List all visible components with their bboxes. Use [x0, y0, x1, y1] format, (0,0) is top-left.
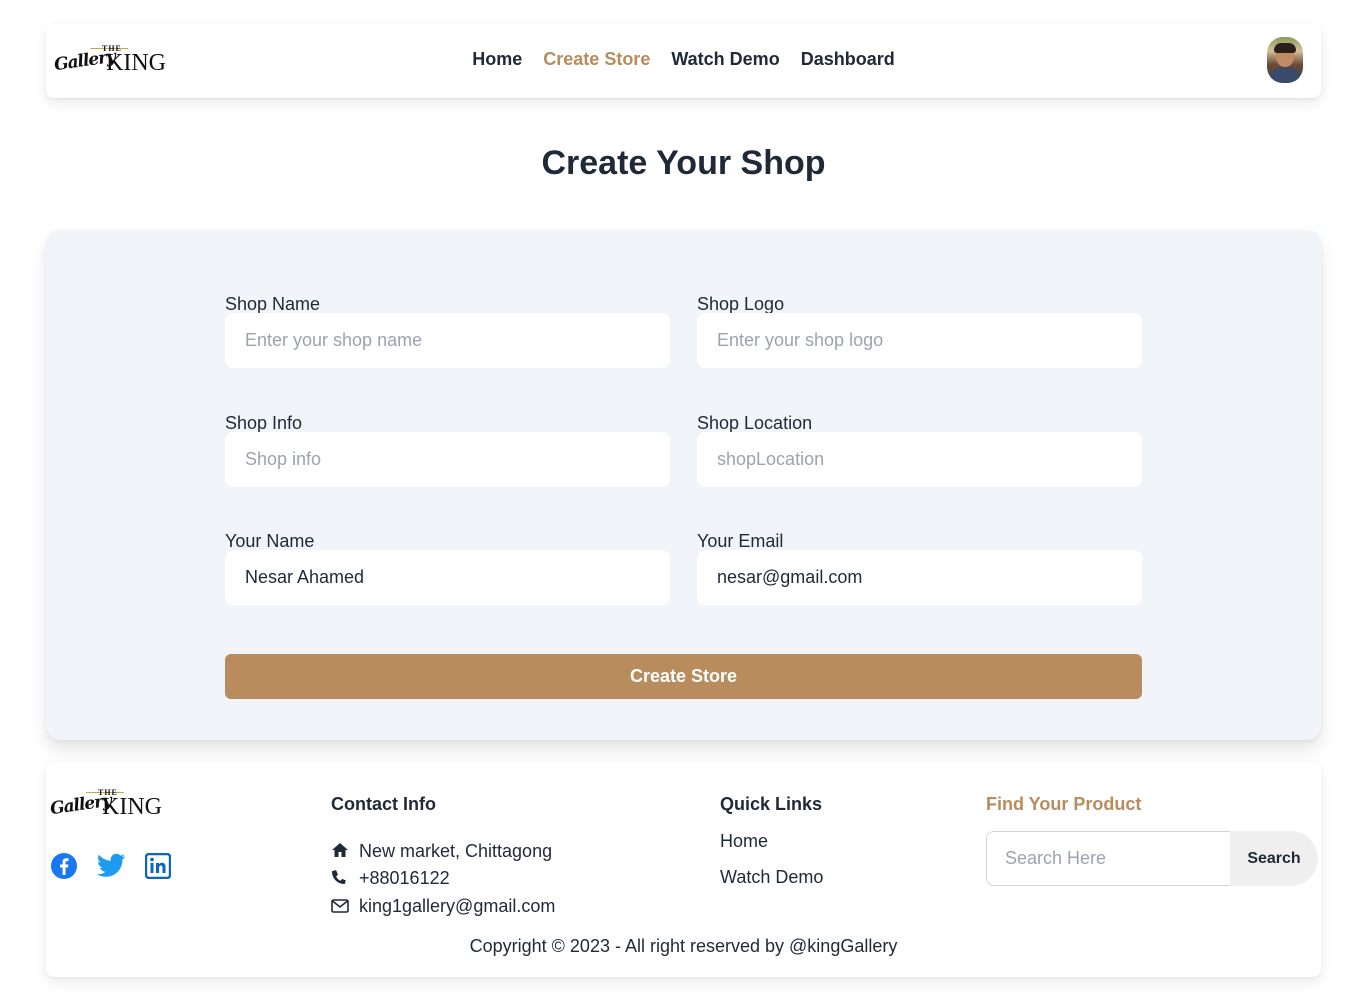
shop-info-input[interactable] [225, 432, 670, 487]
contact-address-text: New market, Chittagong [359, 841, 553, 861]
page-title: Create Your Shop [541, 144, 826, 182]
shop-logo-input[interactable] [697, 313, 1142, 368]
nav-create-store[interactable]: Create Store [543, 49, 650, 70]
copyright-text: Copyright © 2023 - All right reserved by… [469, 936, 898, 956]
your-name-field: Your Name [225, 529, 670, 605]
find-product-title: Find Your Product [986, 794, 1142, 814]
your-email-input[interactable] [697, 550, 1142, 605]
social-links [50, 852, 185, 885]
your-name-input[interactable] [225, 550, 670, 605]
shop-location-input[interactable] [697, 432, 1142, 487]
nav-dashboard[interactable]: Dashboard [801, 49, 895, 70]
your-email-field: Your Email [697, 529, 1142, 605]
contact-phone: +88016122 [331, 866, 450, 890]
contact-info-title: Contact Info [331, 794, 436, 814]
footer: THE Gallery KING Contact Info New market… [46, 762, 1321, 977]
shop-name-input[interactable] [225, 313, 670, 368]
footer-search-button[interactable]: Search [1230, 831, 1318, 886]
shop-info-field: Shop Info [225, 411, 670, 487]
shop-name-field: Shop Name [225, 292, 670, 368]
nav-watch-demo[interactable]: Watch Demo [671, 49, 779, 70]
navbar: THE Gallery KING Home Create Store Watch… [46, 24, 1321, 98]
quick-links-title: Quick Links [720, 794, 823, 814]
create-store-button[interactable]: Create Store [225, 654, 1142, 699]
twitter-icon[interactable] [96, 853, 126, 884]
phone-icon [331, 867, 353, 891]
contact-address: New market, Chittagong [331, 839, 552, 863]
footer-search: Search [986, 831, 1318, 886]
user-avatar[interactable] [1267, 37, 1303, 83]
mail-icon [331, 895, 353, 919]
shop-location-field: Shop Location [697, 411, 1142, 487]
contact-phone-text: +88016122 [359, 868, 450, 888]
linkedin-icon[interactable] [144, 852, 172, 884]
create-shop-form: Shop Name Shop Logo Shop Info Shop Locat… [46, 230, 1321, 740]
footer-logo[interactable]: THE Gallery KING [49, 788, 170, 824]
facebook-icon[interactable] [50, 852, 78, 885]
footer-search-input[interactable] [986, 831, 1232, 886]
footer-link-watch-demo[interactable]: Watch Demo [720, 867, 823, 888]
shop-logo-field: Shop Logo [697, 292, 1142, 368]
contact-email: king1gallery@gmail.com [331, 894, 555, 918]
footer-logo-king: KING [102, 794, 162, 820]
contact-email-text[interactable]: king1gallery@gmail.com [359, 896, 555, 916]
home-icon [331, 840, 353, 864]
nav-home[interactable]: Home [472, 49, 522, 70]
footer-link-home[interactable]: Home [720, 831, 768, 852]
main-nav: Home Create Store Watch Demo Dashboard [46, 49, 1321, 70]
